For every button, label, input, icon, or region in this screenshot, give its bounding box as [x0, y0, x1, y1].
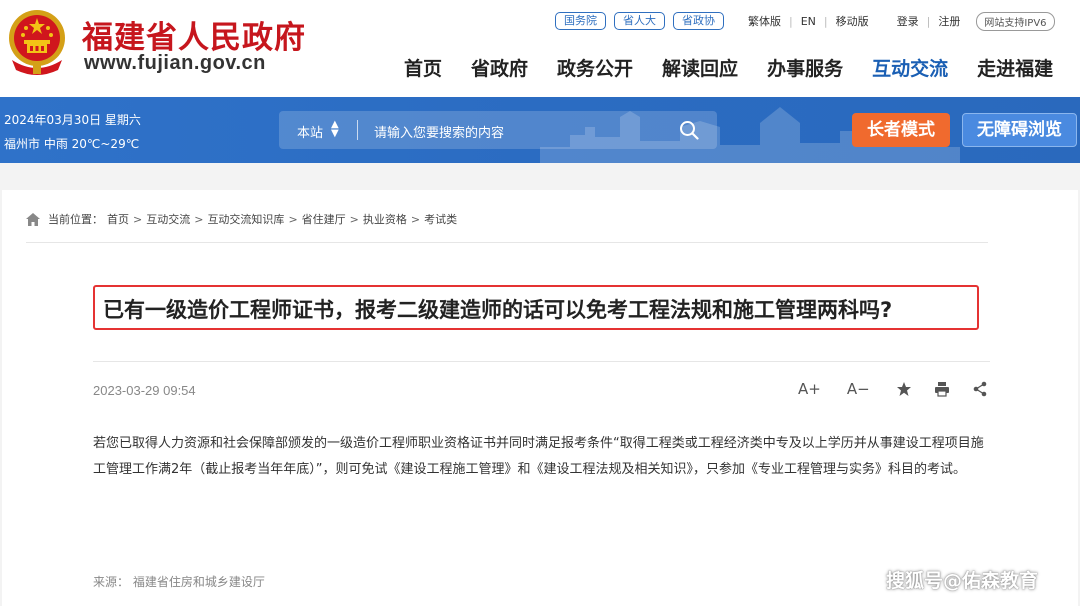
divider — [26, 242, 988, 243]
site-domain[interactable]: www.fujian.gov.cn — [84, 52, 266, 75]
nav-home[interactable]: 首页 — [404, 54, 442, 81]
breadcrumb-item[interactable]: 首页 — [107, 211, 129, 227]
nav-government[interactable]: 省政府 — [471, 54, 528, 81]
nav-interaction[interactable]: 互动交流 — [872, 54, 948, 81]
ipv6-badge: 网站支持IPV6 — [976, 11, 1055, 31]
title-highlight-box: 已有一级造价工程师证书，报考二级建造师的话可以免考工程法规和施工管理两科吗? — [93, 285, 979, 330]
link-english[interactable]: EN — [801, 15, 816, 28]
search-icon[interactable] — [679, 120, 699, 140]
breadcrumb: 当前位置： 首页 > 互动交流 > 互动交流知识库 > 省住建厅 > 执业资格 … — [26, 211, 461, 227]
publish-date: 2023-03-29 09:54 — [93, 383, 196, 398]
separator: | — [926, 14, 931, 28]
search-input[interactable]: 请输入您要搜索的内容 — [374, 122, 504, 141]
divider — [93, 361, 990, 362]
nav-services[interactable]: 办事服务 — [767, 54, 843, 81]
link-mobile[interactable]: 移动版 — [836, 13, 869, 29]
article-tools: A+ A− — [798, 380, 1010, 398]
national-emblem-icon[interactable] — [6, 8, 68, 76]
sort-arrows-icon[interactable]: ▲ ▼ — [331, 120, 339, 139]
nav-interpretation[interactable]: 解读回应 — [662, 54, 738, 81]
breadcrumb-item[interactable]: 互动交流 — [146, 211, 190, 227]
watermark: 搜狐号@佑森教育 — [886, 570, 1039, 592]
star-icon[interactable] — [896, 381, 912, 397]
separator: | — [823, 14, 828, 28]
nav-open-affairs[interactable]: 政务公开 — [557, 54, 633, 81]
accessible-browse-button[interactable]: 无障碍浏览 — [962, 113, 1077, 147]
divider — [357, 120, 358, 140]
article-source: 来源： 福建省住房和城乡建设厅 — [93, 575, 265, 589]
nav-about-fujian[interactable]: 走进福建 — [977, 54, 1053, 81]
link-state-council[interactable]: 国务院 — [555, 12, 606, 30]
site-name[interactable]: 福建省人民政府 — [82, 12, 306, 57]
main-nav: 首页 省政府 政务公开 解读回应 办事服务 互动交流 走进福建 — [404, 54, 1080, 81]
page: 福建省人民政府 www.fujian.gov.cn 国务院 省人大 省政协 繁体… — [0, 0, 1080, 606]
top-links: 国务院 省人大 省政协 繁体版 | EN | 移动版 登录 | 注册 网站支持I… — [555, 11, 1055, 31]
breadcrumb-label: 当前位置： — [48, 213, 103, 226]
breadcrumb-item[interactable]: 执业资格 — [363, 211, 407, 227]
search-scope-select[interactable]: 本站 — [297, 122, 323, 141]
share-icon[interactable] — [972, 381, 988, 397]
link-traditional[interactable]: 繁体版 — [748, 13, 781, 29]
chevron-right-icon: > — [288, 212, 298, 226]
site-header: 福建省人民政府 www.fujian.gov.cn 国务院 省人大 省政协 繁体… — [0, 0, 1080, 97]
link-provincial-cppcc[interactable]: 省政协 — [673, 12, 724, 30]
breadcrumb-item[interactable]: 互动交流知识库 — [207, 211, 284, 227]
article-body: 若您已取得人力资源和社会保障部颁发的一级造价工程师职业资格证书并同时满足报考条件… — [93, 436, 984, 477]
article-title: 已有一级造价工程师证书，报考二级建造师的话可以免考工程法规和施工管理两科吗? — [103, 298, 893, 322]
register-link[interactable]: 注册 — [938, 13, 960, 29]
chevron-right-icon: > — [349, 212, 359, 226]
current-date: 2024年03月30日 星期六 — [4, 113, 141, 127]
weather-info: 福州市 中雨 20℃~29℃ — [4, 137, 140, 151]
chevron-right-icon: > — [133, 212, 143, 226]
link-provincial-congress[interactable]: 省人大 — [614, 12, 665, 30]
chevron-right-icon: > — [410, 212, 421, 226]
elder-mode-button[interactable]: 长者模式 — [852, 113, 950, 147]
search-bar: 本站 ▲ ▼ 请输入您要搜索的内容 — [279, 111, 717, 149]
font-increase-button[interactable]: A+ — [798, 380, 821, 398]
chevron-right-icon: > — [194, 212, 204, 226]
home-icon — [26, 212, 40, 226]
font-decrease-button[interactable]: A− — [847, 380, 870, 398]
breadcrumb-item[interactable]: 考试类 — [424, 211, 457, 227]
login-link[interactable]: 登录 — [897, 13, 919, 29]
breadcrumb-item[interactable]: 省住建厅 — [302, 211, 346, 227]
article-card: 当前位置： 首页 > 互动交流 > 互动交流知识库 > 省住建厅 > 执业资格 … — [2, 190, 1078, 606]
print-icon[interactable] — [934, 381, 950, 397]
separator: | — [789, 14, 793, 28]
